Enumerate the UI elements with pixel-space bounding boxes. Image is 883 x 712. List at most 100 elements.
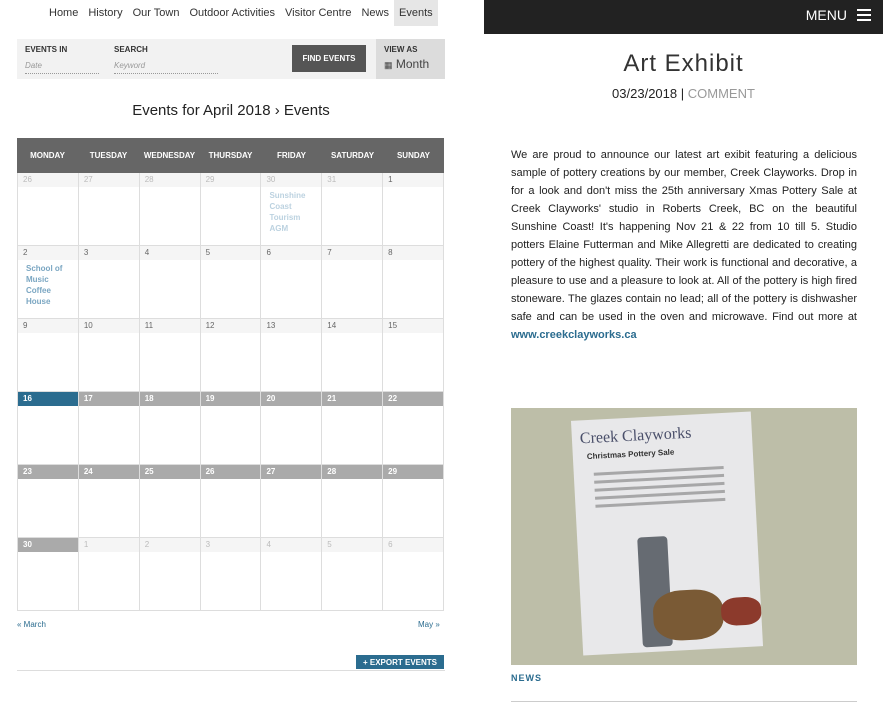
calendar-day[interactable]: 22 — [383, 392, 445, 465]
calendar-day[interactable]: 5 — [200, 246, 262, 319]
poster-subtitle: Christmas Pottery Sale — [586, 447, 675, 462]
nav-item-our-town[interactable]: Our Town — [128, 0, 185, 26]
article-meta: 03/23/2018 | COMMENT — [484, 86, 883, 101]
calendar-day[interactable]: 6 — [383, 538, 445, 611]
calendar-day[interactable]: 9 — [17, 319, 79, 392]
category-link[interactable]: NEWS — [511, 673, 542, 683]
article-title: Art Exhibit — [623, 50, 744, 77]
calendar-header: MONDAY TUESDAY WEDNESDAY THURSDAY FRIDAY SATU… — [17, 138, 444, 173]
export-events-button[interactable]: + EXPORT EVENTS — [356, 655, 444, 669]
day-number: 30 — [261, 173, 322, 187]
calendar-day[interactable]: 3 — [78, 246, 140, 319]
calendar-day[interactable]: 4 — [261, 538, 323, 611]
nav-item-news[interactable]: News — [356, 0, 394, 26]
poster-image: Creek Clayworks Christmas Pottery Sale — [570, 411, 764, 656]
day-number: 11 — [139, 319, 200, 333]
calendar-day[interactable]: 19 — [200, 392, 262, 465]
calendar-day[interactable]: 2 School of Music Coffee House — [17, 246, 79, 319]
event-link[interactable]: School of Music Coffee House — [18, 260, 78, 310]
day-number: 17 — [78, 392, 139, 406]
next-month-link[interactable]: May » — [418, 620, 440, 629]
calendar-day[interactable]: 10 — [78, 319, 140, 392]
website-link[interactable]: www.creekclayworks.ca — [511, 329, 637, 341]
day-header: SATURDAY — [330, 151, 375, 160]
day-number: 12 — [200, 319, 261, 333]
view-as-selector[interactable]: VIEW AS ▦ Month — [376, 39, 445, 79]
view-month-option[interactable]: ▦ Month — [384, 57, 429, 71]
calendar-week: 23 24 25 26 27 28 29 — [17, 465, 445, 538]
comment-link[interactable]: COMMENT — [688, 86, 755, 101]
calendar-day[interactable]: 30 Sunshine Coast Tourism AGM — [261, 173, 323, 246]
day-number: 4 — [139, 246, 200, 260]
calendar-day[interactable]: 7 — [322, 246, 384, 319]
menu-label[interactable]: MENU — [806, 0, 847, 30]
calendar-day[interactable]: 3 — [200, 538, 262, 611]
keyword-input[interactable]: Keyword — [114, 61, 218, 74]
day-number: 29 — [383, 465, 444, 479]
divider — [17, 670, 445, 671]
calendar-day[interactable]: 13 — [261, 319, 323, 392]
calendar-day[interactable]: 28 — [322, 465, 384, 538]
calendar-day[interactable]: 20 — [261, 392, 323, 465]
hamburger-icon[interactable] — [857, 9, 871, 24]
day-number: 23 — [18, 465, 78, 479]
calendar-day[interactable]: 23 — [17, 465, 79, 538]
nav-item-history[interactable]: History — [83, 0, 127, 26]
calendar-day[interactable]: 26 — [200, 465, 262, 538]
calendar-day[interactable]: 11 — [139, 319, 201, 392]
calendar-day[interactable]: 17 — [78, 392, 140, 465]
calendar-day[interactable]: 1 — [383, 173, 445, 246]
event-search-bar: EVENTS IN Date SEARCH Keyword FIND EVENT… — [17, 39, 445, 79]
day-header: FRIDAY — [276, 151, 307, 160]
day-number: 10 — [78, 319, 139, 333]
calendar-day[interactable]: 24 — [78, 465, 140, 538]
nav-item-home[interactable]: Home — [44, 0, 83, 26]
calendar-day[interactable]: 5 — [322, 538, 384, 611]
calendar-day[interactable]: 16 — [17, 392, 79, 465]
nav-item-outdoor-activities[interactable]: Outdoor Activities — [184, 0, 280, 26]
day-number: 27 — [78, 173, 139, 187]
day-number: 27 — [261, 465, 322, 479]
day-header: TUESDAY — [89, 151, 128, 160]
calendar-day[interactable]: 2 — [139, 538, 201, 611]
teapot-shape — [652, 588, 725, 642]
day-number: 26 — [200, 465, 261, 479]
day-number: 8 — [383, 246, 444, 260]
calendar-day[interactable]: 6 — [261, 246, 323, 319]
calendar-day[interactable]: 12 — [200, 319, 262, 392]
event-link[interactable]: Sunshine Coast Tourism AGM — [261, 187, 321, 237]
calendar-day[interactable]: 27 — [261, 465, 323, 538]
meta-separator: | — [680, 86, 685, 101]
day-number: 24 — [78, 465, 139, 479]
calendar-day[interactable]: 18 — [139, 392, 201, 465]
calendar-day[interactable]: 26 — [17, 173, 79, 246]
nav-item-events[interactable]: Events — [394, 0, 438, 26]
calendar-day[interactable]: 8 — [383, 246, 445, 319]
calendar-day[interactable]: 4 — [139, 246, 201, 319]
day-number: 30 — [18, 538, 78, 552]
calendar-day[interactable]: 29 — [200, 173, 262, 246]
calendar-week: 26 27 28 29 30 Sunshine Coast Tourism AGM 31 1 — [17, 173, 445, 246]
calendar-day[interactable]: 25 — [139, 465, 201, 538]
calendar-week: 16 17 18 19 20 21 22 — [17, 392, 445, 465]
events-in-label: EVENTS IN — [25, 45, 68, 54]
calendar-day[interactable]: 15 — [383, 319, 445, 392]
day-number: 5 — [322, 538, 383, 552]
calendar-day[interactable]: 1 — [78, 538, 140, 611]
nav-item-visitor-centre[interactable]: Visitor Centre — [280, 0, 356, 26]
poster-text-lines — [593, 461, 726, 513]
calendar-day[interactable]: 31 — [322, 173, 384, 246]
view-value: Month — [395, 57, 430, 71]
calendar-day[interactable]: 28 — [139, 173, 201, 246]
day-header: SUNDAY — [396, 151, 431, 160]
day-number: 13 — [261, 319, 322, 333]
find-events-button[interactable]: FIND EVENTS — [292, 45, 366, 72]
calendar-day[interactable]: 29 — [383, 465, 445, 538]
prev-month-link[interactable]: « March — [17, 620, 46, 629]
calendar-day[interactable]: 27 — [78, 173, 140, 246]
calendar-day[interactable]: 21 — [322, 392, 384, 465]
calendar-day[interactable]: 14 — [322, 319, 384, 392]
calendar-day[interactable]: 30 — [17, 538, 79, 611]
day-number: 20 — [261, 392, 322, 406]
date-input[interactable]: Date — [25, 61, 99, 74]
